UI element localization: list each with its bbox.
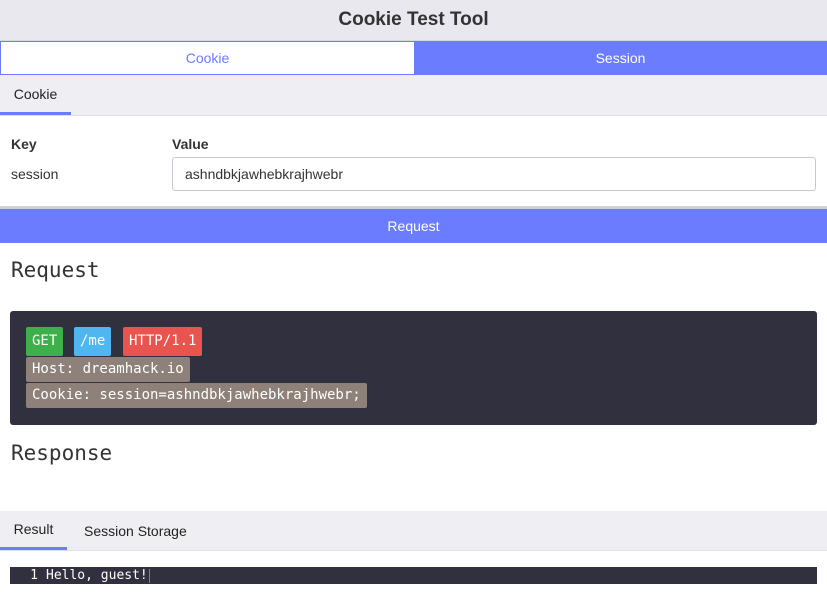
request-button[interactable]: Request: [0, 206, 827, 243]
request-code-block: GET /me HTTP/1.1 Host: dreamhack.io Cook…: [10, 311, 817, 425]
host-header: Host: dreamhack.io: [26, 357, 190, 382]
key-value-form: Key Value session: [0, 116, 827, 206]
path-badge: /me: [74, 327, 112, 356]
tab-session[interactable]: Session: [414, 41, 827, 75]
method-badge: GET: [26, 327, 64, 356]
response-output: 1 Hello, guest!: [10, 567, 817, 584]
tab-result[interactable]: Result: [0, 511, 67, 550]
main-tabs: Cookie Session: [0, 41, 827, 75]
cookie-header: Cookie: session=ashndbkjawhebkrajhwebr;: [26, 383, 367, 408]
response-tabs: Result Session Storage: [0, 511, 827, 551]
value-input[interactable]: [172, 157, 816, 191]
sub-tab-bar: Cookie: [0, 75, 827, 116]
tab-session-storage[interactable]: Session Storage: [84, 511, 187, 550]
key-label: session: [11, 166, 59, 182]
response-heading: Response: [11, 441, 113, 465]
value-header: Value: [172, 136, 209, 152]
text-cursor: [148, 568, 150, 583]
key-header: Key: [11, 136, 37, 152]
protocol-badge: HTTP/1.1: [123, 327, 203, 356]
line-number: 1: [30, 568, 38, 583]
request-heading: Request: [11, 258, 100, 282]
subtab-cookie[interactable]: Cookie: [0, 75, 71, 115]
tab-cookie[interactable]: Cookie: [0, 41, 414, 75]
app-title: Cookie Test Tool: [0, 0, 827, 41]
output-text: Hello, guest!: [46, 568, 148, 583]
